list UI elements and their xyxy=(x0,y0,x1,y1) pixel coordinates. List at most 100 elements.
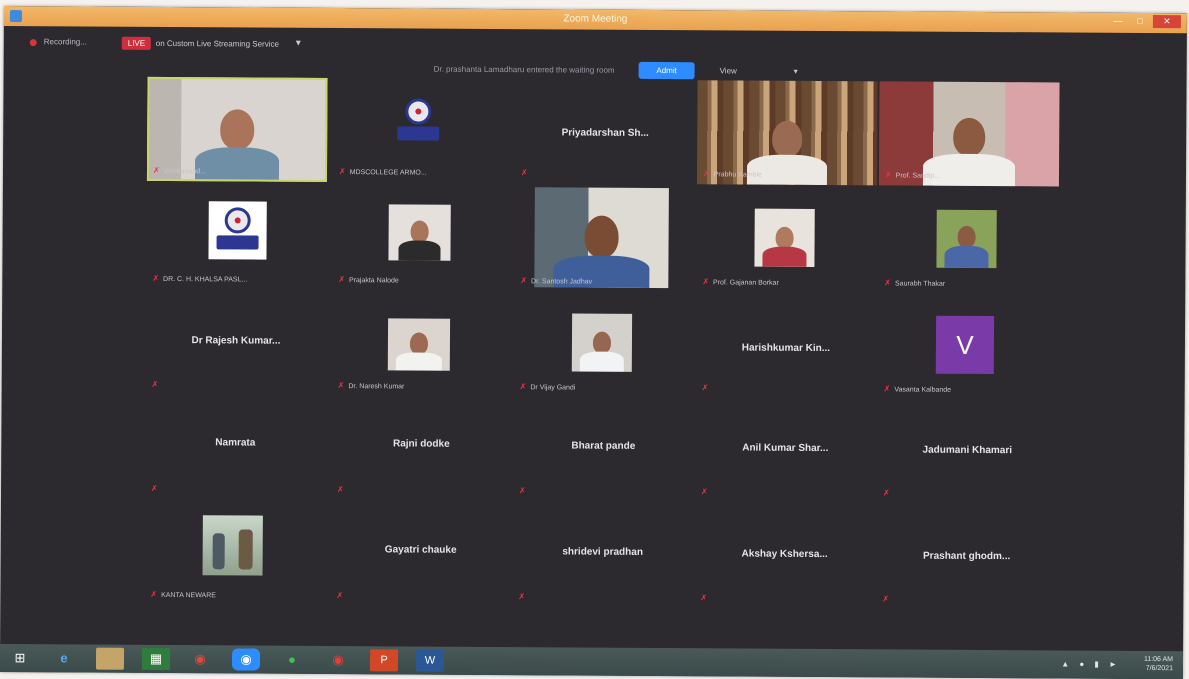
participant-video xyxy=(572,313,632,371)
participant-name: MDSCOLLEGE ARMO... xyxy=(350,169,427,176)
participant-name: KANTA NEWARE xyxy=(161,592,216,599)
participant-tile[interactable]: Rajni dodke ✗ xyxy=(331,396,512,501)
mic-off-icon: ✗ xyxy=(152,274,159,283)
participant-name: DR. C. H. KHALSA PASL... xyxy=(163,276,247,284)
participant-caption: ✗MDSCOLLEGE ARMO... xyxy=(339,167,427,177)
participant-name: Dr. Santosh Jadhav xyxy=(531,278,592,285)
chrome-window-icon[interactable]: ◉ xyxy=(324,649,352,671)
participant-video xyxy=(388,204,450,260)
mic-off-icon: ✗ xyxy=(520,382,527,391)
participant-name: Priyadarshan Sh... xyxy=(515,127,695,139)
mic-off-icon: ✗ xyxy=(521,168,528,177)
participant-name: Rajni dodke xyxy=(331,438,511,450)
participant-tile[interactable]: ✗ Prabhu Kamble xyxy=(697,80,878,185)
admit-button[interactable]: Admit xyxy=(639,62,695,79)
participant-caption: ✗ Saurabh Thakar xyxy=(884,278,945,287)
participant-tile[interactable]: ✗Prof. Sandip... xyxy=(879,81,1060,186)
minimize-icon[interactable]: — xyxy=(1109,15,1127,28)
mic-off-icon: ✗ xyxy=(336,591,343,600)
ie-browser-icon[interactable]: e xyxy=(50,647,78,669)
excel-icon[interactable]: ▦ xyxy=(142,648,170,670)
participant-tile[interactable]: shridevi pradhan ✗ xyxy=(512,503,693,608)
window-controls: — □ ✕ xyxy=(1109,15,1181,31)
participant-name: Prof. Gajanan Borkar xyxy=(713,279,779,286)
participant-name: Prajakta Nalode xyxy=(349,277,399,284)
recording-icon xyxy=(30,39,37,46)
participant-tile[interactable]: Priyadarshan Sh... ✗ xyxy=(515,79,696,184)
live-stream-text[interactable]: on Custom Live Streaming Service xyxy=(156,39,279,49)
mic-off-icon: ✗ xyxy=(884,278,891,287)
mic-off-icon: ✗ xyxy=(702,383,709,392)
phone-app-icon[interactable]: ● xyxy=(278,649,306,671)
mic-off-icon: ✗ xyxy=(700,593,707,602)
clock-time: 11:06 AM xyxy=(1144,655,1173,664)
view-button[interactable]: View ▾ xyxy=(704,62,798,80)
maximize-icon[interactable]: □ xyxy=(1131,15,1149,28)
chevron-down-icon[interactable]: ▾ xyxy=(296,38,301,49)
mic-off-icon: ✗ xyxy=(701,487,708,496)
recording-label[interactable]: Recording... xyxy=(44,37,87,46)
participant-tile[interactable]: ✗Prajakta Nalode xyxy=(332,186,513,291)
participant-tile[interactable]: ✗Dr Vijay Gandi xyxy=(514,293,695,398)
chrome-icon[interactable]: ◉ xyxy=(186,648,214,670)
participant-tile[interactable]: Bharat pande ✗ xyxy=(513,397,694,502)
participant-tile[interactable]: ✗ Saurabh Thakar xyxy=(878,189,1059,294)
close-icon[interactable]: ✕ xyxy=(1153,15,1181,28)
file-explorer-icon[interactable] xyxy=(96,648,124,670)
participant-name: Akshay Kshersa... xyxy=(695,548,875,560)
participant-tile[interactable]: Namrata ✗ xyxy=(145,395,326,500)
mic-off-icon: ✗ xyxy=(882,594,889,603)
participant-caption: ✗Vivekanand... xyxy=(153,166,206,175)
system-tray-icons[interactable]: ▲ ● ▮ ► xyxy=(1061,659,1121,668)
recording-bar: Recording... LIVE on Custom Live Streami… xyxy=(4,30,1187,59)
participant-name: Jadumani Khamari xyxy=(877,444,1057,456)
participant-name: Namrata xyxy=(145,437,325,449)
participant-tile[interactable]: ✗Vivekanand... xyxy=(147,77,328,182)
participant-caption: ✗Dr Vijay Gandi xyxy=(520,382,576,391)
participant-caption: ✗ Prof. Gajanan Borkar xyxy=(702,277,779,286)
windows-start-icon[interactable]: ⊞ xyxy=(6,647,34,669)
mic-off-icon: ✗ xyxy=(151,484,158,493)
mic-off-icon: ✗ xyxy=(885,170,892,179)
participant-video xyxy=(936,210,996,268)
participant-name: Dr Rajesh Kumar... xyxy=(146,335,326,347)
participant-tile[interactable]: Harishkumar Kin... ✗ xyxy=(696,294,877,399)
participant-tile[interactable]: ✗Dr. Naresh Kumar xyxy=(332,292,513,397)
clock[interactable]: 11:06 AM 7/6/2021 xyxy=(1144,655,1173,673)
participant-tile[interactable]: ✗MDSCOLLEGE ARMO... xyxy=(333,78,514,183)
mic-off-icon: ✗ xyxy=(883,488,890,497)
participant-tile[interactable]: Prashant ghodm... ✗ xyxy=(876,505,1057,610)
participant-tile[interactable]: ✗KANTA NEWARE xyxy=(144,501,325,606)
participant-caption: ✗Vasanta Kalbande xyxy=(884,384,951,393)
participant-tile[interactable]: ✗Dr. Santosh Jadhav xyxy=(514,187,695,292)
participant-tile[interactable]: Gayatri chauke ✗ xyxy=(330,502,511,607)
zoom-taskbar-icon[interactable]: ◉ xyxy=(232,648,260,670)
participant-name: Dr. Naresh Kumar xyxy=(348,383,404,390)
participant-name: Dr Vijay Gandi xyxy=(530,384,575,391)
college-logo xyxy=(208,201,266,259)
participant-name: Vivekanand... xyxy=(164,168,206,175)
participant-tile[interactable]: V ✗Vasanta Kalbande xyxy=(878,295,1059,400)
participant-caption: ✗KANTA NEWARE xyxy=(150,590,216,599)
participant-tile[interactable]: ✗ Prof. Gajanan Borkar xyxy=(696,188,877,293)
mic-off-icon: ✗ xyxy=(703,169,710,178)
participant-caption: ✗Dr. Naresh Kumar xyxy=(338,381,405,390)
participant-tile[interactable]: Dr Rajesh Kumar... ✗ xyxy=(146,291,327,396)
clock-date: 7/6/2021 xyxy=(1144,664,1173,673)
mic-off-icon: ✗ xyxy=(519,486,526,495)
word-icon[interactable]: W xyxy=(416,650,444,672)
participant-name: Bharat pande xyxy=(513,440,693,452)
mic-off-icon: ✗ xyxy=(702,277,709,286)
mic-off-icon: ✗ xyxy=(337,485,344,494)
participant-tile[interactable]: Akshay Kshersa... ✗ xyxy=(694,504,875,609)
participant-tile[interactable]: ✗ DR. C. H. KHALSA PASL... xyxy=(146,185,327,290)
window-title: Zoom Meeting xyxy=(563,13,627,24)
participant-name: Vasanta Kalbande xyxy=(894,386,951,393)
participant-name: Saurabh Thakar xyxy=(895,280,945,287)
view-button-label: View xyxy=(720,66,737,75)
participant-caption: ✗ DR. C. H. KHALSA PASL... xyxy=(152,274,247,284)
participant-name: Prabhu Kamble xyxy=(714,171,762,178)
participant-tile[interactable]: Jadumani Khamari ✗ xyxy=(877,399,1058,504)
participant-tile[interactable]: Anil Kumar Shar... ✗ xyxy=(695,398,876,503)
powerpoint-icon[interactable]: P xyxy=(370,649,398,671)
